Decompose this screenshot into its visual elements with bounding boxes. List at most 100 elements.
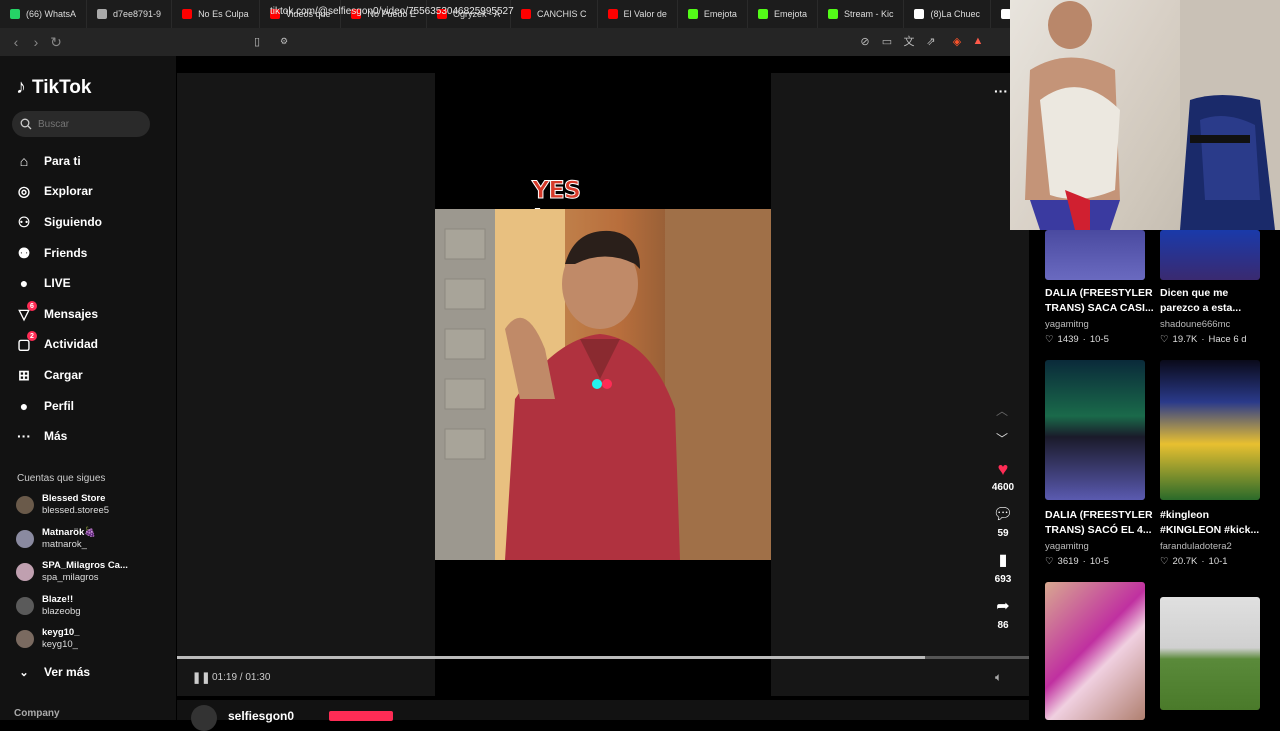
notification-badge: 6 bbox=[27, 301, 37, 311]
chevron-down-icon: ⌄ bbox=[19, 666, 29, 679]
volume-icon[interactable]: 🔈︎ bbox=[995, 670, 1002, 685]
followed-account[interactable]: SPA_Milagros Ca... spa_milagros bbox=[16, 560, 128, 584]
recommendation-title[interactable]: DALIA (FREESTYLER TRANS) SACÓ EL 4... bbox=[1045, 508, 1155, 538]
picture-in-picture-icon[interactable]: ▭ bbox=[880, 34, 894, 48]
author-name[interactable]: selfiesgon0 bbox=[228, 709, 294, 723]
browser-tab[interactable]: Emejota bbox=[678, 0, 748, 28]
back-icon[interactable]: ‹ bbox=[6, 32, 26, 52]
browser-tab[interactable]: (8)La Chuec bbox=[904, 0, 992, 28]
avatar bbox=[16, 563, 34, 581]
nav-item-live[interactable]: ● LIVE bbox=[16, 272, 71, 294]
nav-item-más[interactable]: ··· Más bbox=[16, 425, 67, 447]
heart-outline-icon: ♡ bbox=[1160, 556, 1169, 567]
recommendation-thumbnail[interactable] bbox=[1045, 230, 1145, 280]
recommendation-stats: ♡ 3619 · 10-5 bbox=[1045, 556, 1109, 567]
browser-tab[interactable]: Stream - Kic bbox=[818, 0, 905, 28]
see-more-button[interactable]: ⌄ Ver más bbox=[16, 661, 90, 683]
account-handle: keyg10_ bbox=[42, 639, 78, 650]
search-box[interactable] bbox=[12, 111, 150, 137]
nav-item-perfil[interactable]: ● Perfil bbox=[16, 395, 74, 417]
recommendation-thumbnail[interactable] bbox=[1160, 597, 1260, 710]
nav-item-mensajes[interactable]: ▽ 6 Mensajes bbox=[16, 301, 99, 325]
browser-tab[interactable]: (66) WhatsA bbox=[0, 0, 88, 28]
loading-dot-cyan-icon bbox=[592, 379, 602, 389]
account-display-name: SPA_Milagros Ca... bbox=[42, 560, 128, 571]
pause-icon[interactable]: ❚❚ bbox=[192, 671, 210, 684]
forward-icon[interactable]: › bbox=[26, 32, 46, 52]
account-names: keyg10_ keyg10_ bbox=[42, 627, 80, 651]
recommendation-thumbnail[interactable] bbox=[1045, 582, 1145, 720]
chevron-down-nav-icon[interactable]: ﹀ bbox=[996, 430, 1008, 447]
share-page-icon[interactable]: ⇗ bbox=[924, 34, 938, 48]
browser-tab[interactable]: Emejota bbox=[748, 0, 818, 28]
reload-icon[interactable]: ↻ bbox=[46, 32, 66, 52]
recommendation-title[interactable]: #kingleon #KINGLEON #kick... bbox=[1160, 508, 1270, 538]
company-link[interactable]: Company bbox=[14, 708, 60, 719]
account-handle: matnarok_ bbox=[42, 539, 87, 550]
tab-favicon-icon bbox=[182, 9, 193, 19]
share-button[interactable]: ➦ 86 bbox=[988, 598, 1018, 631]
recommendation-title[interactable]: DALIA (FREESTYLER TRANS) SACA CASI... bbox=[1045, 286, 1155, 316]
rewards-icon[interactable]: ▲ bbox=[971, 34, 985, 48]
chevron-up-icon[interactable]: ︿ bbox=[996, 402, 1008, 419]
recommendation-date: 10-5 bbox=[1089, 556, 1109, 567]
url-text[interactable]: tiktok.com/@selfiesgon0/video/7556353046… bbox=[270, 6, 514, 17]
nav-item-explorar[interactable]: ◎ Explorar bbox=[16, 180, 93, 202]
browser-tab[interactable]: (8)Moment bbox=[991, 0, 1010, 28]
account-handle: blessed.storee5 bbox=[42, 505, 110, 516]
browser-tab[interactable]: El Valor de bbox=[598, 0, 678, 28]
recommendation-user[interactable]: shadoune666mc bbox=[1160, 319, 1230, 330]
nav-item-cargar[interactable]: ⊞ Cargar bbox=[16, 364, 83, 386]
like-count: 4600 bbox=[991, 482, 1015, 493]
nav-item-para-ti[interactable]: ⌂ Para ti bbox=[16, 150, 81, 172]
tab-label: (66) WhatsA bbox=[26, 9, 77, 19]
search-input[interactable] bbox=[38, 118, 138, 130]
tiktok-logo[interactable]: ♪ TikTok bbox=[16, 76, 91, 99]
like-button[interactable]: ♥ 4600 bbox=[988, 460, 1018, 493]
tracking-icon[interactable]: ⊘ bbox=[858, 34, 872, 48]
more-options-icon[interactable]: ··· bbox=[994, 83, 1008, 99]
followed-account[interactable]: Matnarök🍇 matnarok_ bbox=[16, 527, 96, 551]
live-icon: ● bbox=[19, 275, 29, 291]
browser-tab[interactable]: d7ee8791-9 bbox=[87, 0, 173, 28]
account-display-name: keyg10_ bbox=[42, 627, 80, 638]
followed-account[interactable]: Blessed Store blessed.storee5 bbox=[16, 493, 109, 517]
translate-icon[interactable]: 文 bbox=[902, 34, 916, 48]
nav-item-siguiendo[interactable]: ⚇ Siguiendo bbox=[16, 211, 102, 233]
webcam-overlay bbox=[1010, 0, 1280, 230]
account-display-name: Matnarök🍇 bbox=[42, 527, 97, 538]
messages-icon-wrap: ▽ 6 bbox=[16, 301, 37, 322]
nav-label: Más bbox=[44, 429, 68, 443]
notification-badge: 2 bbox=[27, 331, 37, 341]
followed-account[interactable]: keyg10_ keyg10_ bbox=[16, 627, 80, 651]
comment-button[interactable]: 💬︎ 59 bbox=[988, 506, 1018, 539]
video-progress-bar[interactable] bbox=[177, 656, 1029, 659]
browser-tab[interactable]: No Es Culpa bbox=[172, 0, 260, 28]
browser-tab[interactable]: CANCHIS C bbox=[511, 0, 598, 28]
video-time: 01:19 / 01:30 bbox=[212, 672, 271, 683]
site-info-icon[interactable]: ⚙ bbox=[277, 34, 291, 48]
recommendation-user[interactable]: yagamitng bbox=[1045, 541, 1089, 552]
separator-dot: · bbox=[1201, 556, 1205, 567]
bookmark-icon[interactable]: ▯ bbox=[250, 34, 264, 48]
following-icon: ⚇ bbox=[17, 213, 31, 230]
save-button[interactable]: ▮ 693 bbox=[988, 552, 1018, 585]
followed-account[interactable]: Blaze!! blazeobg bbox=[16, 594, 81, 618]
nav-label: Para ti bbox=[44, 154, 81, 168]
author-avatar[interactable] bbox=[191, 705, 217, 731]
tab-favicon-icon bbox=[10, 9, 20, 19]
brave-shield-icon[interactable]: ◈ bbox=[950, 34, 964, 48]
tab-label: d7ee8791-9 bbox=[113, 9, 162, 19]
recommendation-user[interactable]: yagamitng bbox=[1045, 319, 1089, 330]
nav-label: Mensajes bbox=[44, 307, 99, 321]
heart-outline-icon: ♡ bbox=[1045, 334, 1054, 345]
recommendation-thumbnail[interactable] bbox=[1160, 230, 1260, 280]
recommendation-thumbnail[interactable] bbox=[1045, 360, 1145, 500]
heart-outline-icon: ♡ bbox=[1045, 556, 1054, 567]
nav-item-actividad[interactable]: ▢ 2 Actividad bbox=[16, 331, 98, 355]
recommendation-user[interactable]: faranduladotera2 bbox=[1160, 541, 1232, 552]
account-names: SPA_Milagros Ca... spa_milagros bbox=[42, 560, 128, 584]
nav-item-friends[interactable]: ⚉ Friends bbox=[16, 242, 88, 264]
recommendation-title[interactable]: Dicen que me parezco a esta... bbox=[1160, 286, 1270, 316]
recommendation-thumbnail[interactable] bbox=[1160, 360, 1260, 500]
